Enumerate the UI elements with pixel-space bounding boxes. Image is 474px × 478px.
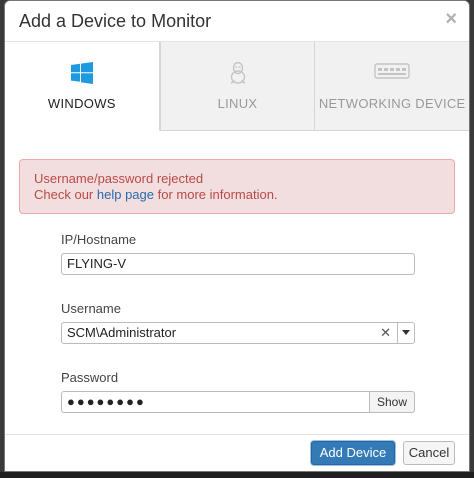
dialog-title: Add a Device to Monitor <box>19 11 212 31</box>
tab-windows[interactable]: WINDOWS <box>5 42 160 131</box>
tab-linux-label: LINUX <box>217 96 258 111</box>
password-group: Password ●●●●●●●● Show <box>61 370 415 413</box>
tab-linux[interactable]: LINUX <box>159 42 315 130</box>
dialog-body: Username/password rejected Check our hel… <box>5 131 469 459</box>
add-device-dialog: Add a Device to Monitor × WINDOWS LINUX … <box>4 0 470 472</box>
cancel-button[interactable]: Cancel <box>403 441 455 465</box>
network-device-icon <box>374 62 410 85</box>
alert-message: Username/password rejected <box>34 171 204 186</box>
password-label: Password <box>61 370 119 385</box>
username-group: Username SCM\Administrator ✕ <box>61 301 415 344</box>
windows-icon <box>70 62 93 89</box>
username-label: Username <box>61 301 121 316</box>
hostname-group: IP/Hostname FLYING-V <box>61 232 415 275</box>
tab-networking-device-label: NETWORKING DEVICE <box>318 96 466 111</box>
show-password-button[interactable]: Show <box>369 391 415 413</box>
add-device-button[interactable]: Add Device <box>311 441 395 465</box>
hostname-input[interactable]: FLYING-V <box>61 253 415 275</box>
tab-windows-label: WINDOWS <box>47 96 116 111</box>
dialog-header: Add a Device to Monitor × <box>5 1 469 42</box>
dialog-footer: Add Device Cancel <box>5 434 469 471</box>
backdrop <box>0 472 474 478</box>
device-type-tabs: WINDOWS LINUX NETWORKING DEVICE <box>5 42 469 131</box>
username-combobox[interactable]: SCM\Administrator ✕ <box>61 322 415 344</box>
username-input[interactable]: SCM\Administrator <box>61 322 415 344</box>
close-icon[interactable]: × <box>445 8 457 31</box>
chevron-down-icon[interactable] <box>397 322 415 344</box>
linux-icon <box>228 61 248 89</box>
help-page-link[interactable]: help page <box>97 187 154 202</box>
password-input[interactable]: ●●●●●●●● <box>61 391 371 413</box>
error-alert: Username/password rejected Check our hel… <box>19 159 455 214</box>
alert-help-line: Check our help page for more information… <box>34 187 440 203</box>
alert-help-suffix: for more information. <box>154 187 278 202</box>
tab-networking-device[interactable]: NETWORKING DEVICE <box>314 42 469 130</box>
clear-icon[interactable]: ✕ <box>380 325 391 341</box>
password-field: ●●●●●●●● Show <box>61 391 415 413</box>
alert-help-prefix: Check our <box>34 187 97 202</box>
hostname-label: IP/Hostname <box>61 232 137 247</box>
